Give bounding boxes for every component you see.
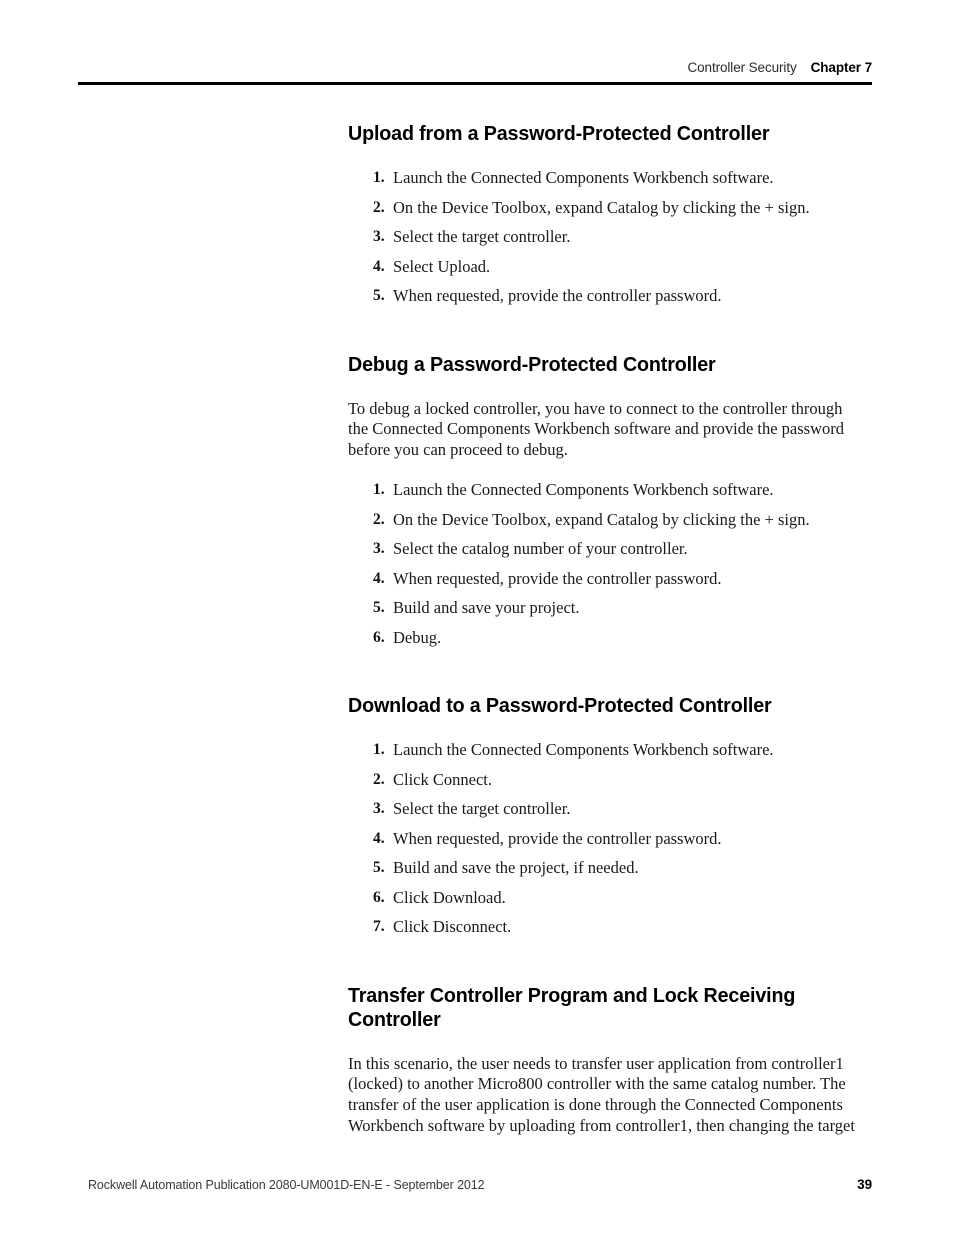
step-text: Launch the Connected Components Workbenc… — [393, 480, 774, 500]
step-text: Select the target controller. — [393, 799, 571, 819]
list-item: 1. Launch the Connected Components Workb… — [348, 740, 864, 760]
step-number: 5. — [373, 599, 385, 617]
step-number: 3. — [373, 800, 385, 818]
list-item: 2. On the Device Toolbox, expand Catalog… — [348, 198, 864, 218]
document-content: Upload from a Password-Protected Control… — [348, 122, 864, 1136]
step-text: Debug. — [393, 627, 442, 647]
step-number: 1. — [373, 169, 385, 186]
list-item: 4. When requested, provide the controlle… — [348, 829, 864, 849]
step-text: Select the target controller. — [393, 227, 571, 246]
section-paragraph: To debug a locked controller, you have t… — [348, 398, 844, 459]
step-list: 1. Launch the Connected Components Workb… — [348, 740, 864, 937]
list-item: 3. Select the target controller. — [348, 227, 864, 247]
step-text: When requested, provide the controller p… — [393, 286, 722, 305]
section-transfer-controller-program-and-lock-receiving-controller: Transfer Controller Program and Lock Rec… — [348, 984, 864, 1136]
step-text: On the Device Toolbox, expand Catalog by… — [393, 197, 810, 217]
step-number: 2. — [373, 198, 385, 216]
section-heading: Debug a Password-Protected Controller — [348, 352, 716, 376]
step-number: 5. — [373, 287, 385, 304]
list-item: 7. Click Disconnect. — [348, 917, 864, 937]
header-section-title: Controller Security — [687, 60, 797, 75]
step-list: 1. Launch the Connected Components Workb… — [348, 480, 864, 648]
list-item: 3. Select the catalog number of your con… — [348, 539, 864, 559]
step-number: 1. — [373, 741, 385, 759]
step-text: Launch the Connected Components Workbenc… — [393, 168, 774, 187]
step-number: 6. — [373, 888, 385, 906]
step-text: Build and save the project, if needed. — [393, 858, 639, 878]
step-text: Click Connect. — [393, 769, 492, 789]
list-item: 6. Debug. — [348, 628, 864, 648]
step-number: 4. — [373, 257, 385, 275]
list-item: 5. Build and save your project. — [348, 598, 864, 618]
section-upload-from-password-protected-controller: Upload from a Password-Protected Control… — [348, 122, 864, 306]
list-item: 2. Click Connect. — [348, 770, 864, 790]
step-number: 3. — [373, 540, 385, 558]
list-item: 5. When requested, provide the controlle… — [348, 286, 864, 306]
section-download-to-a-password-protected-controller: Download to a Password-Protected Control… — [348, 694, 864, 937]
header-text-row: Controller Security Chapter 7 — [78, 60, 872, 75]
step-list: 1. Launch the Connected Components Workb… — [348, 168, 864, 306]
step-number: 3. — [373, 228, 385, 245]
section-heading: Download to a Password-Protected Control… — [348, 694, 772, 718]
section-paragraph: In this scenario, the user needs to tran… — [348, 1053, 855, 1135]
list-item: 2. On the Device Toolbox, expand Catalog… — [348, 510, 864, 530]
page-header: Controller Security Chapter 7 — [78, 60, 872, 85]
list-item: 3. Select the target controller. — [348, 799, 864, 819]
page-footer: Rockwell Automation Publication 2080-UM0… — [88, 1177, 872, 1192]
step-text: Launch the Connected Components Workbenc… — [393, 740, 774, 760]
step-number: 2. — [373, 770, 385, 788]
header-rule-divider — [78, 82, 872, 85]
list-item: 5. Build and save the project, if needed… — [348, 858, 864, 878]
section-heading: Upload from a Password-Protected Control… — [348, 122, 770, 145]
footer-publication-text: Rockwell Automation Publication 2080-UM0… — [88, 1178, 485, 1192]
step-number: 5. — [373, 859, 385, 877]
step-number: 6. — [373, 628, 385, 646]
step-text: When requested, provide the controller p… — [393, 828, 722, 848]
step-text: On the Device Toolbox, expand Catalog by… — [393, 509, 810, 529]
step-text: Select Upload. — [393, 256, 491, 276]
list-item: 1. Launch the Connected Components Workb… — [348, 480, 864, 500]
step-text: Select the catalog number of your contro… — [393, 539, 688, 559]
list-item: 4. When requested, provide the controlle… — [348, 569, 864, 589]
section-heading: Transfer Controller Program and Lock Rec… — [348, 983, 796, 1031]
step-number: 1. — [373, 481, 385, 499]
step-number: 4. — [373, 569, 385, 587]
header-chapter-label: Chapter 7 — [810, 60, 872, 75]
list-item: 4. Select Upload. — [348, 257, 864, 277]
step-text: Click Disconnect. — [393, 917, 512, 937]
list-item: 6. Click Download. — [348, 888, 864, 908]
step-number: 2. — [373, 510, 385, 528]
step-text: Build and save your project. — [393, 598, 580, 618]
step-number: 7. — [373, 918, 385, 936]
step-text: When requested, provide the controller p… — [393, 568, 722, 588]
section-debug-a-password-protected-controller: Debug a Password-Protected Controller To… — [348, 353, 864, 648]
step-text: Click Download. — [393, 887, 506, 907]
footer-page-number: 39 — [857, 1177, 872, 1192]
step-number: 4. — [373, 829, 385, 847]
list-item: 1. Launch the Connected Components Workb… — [348, 168, 864, 188]
